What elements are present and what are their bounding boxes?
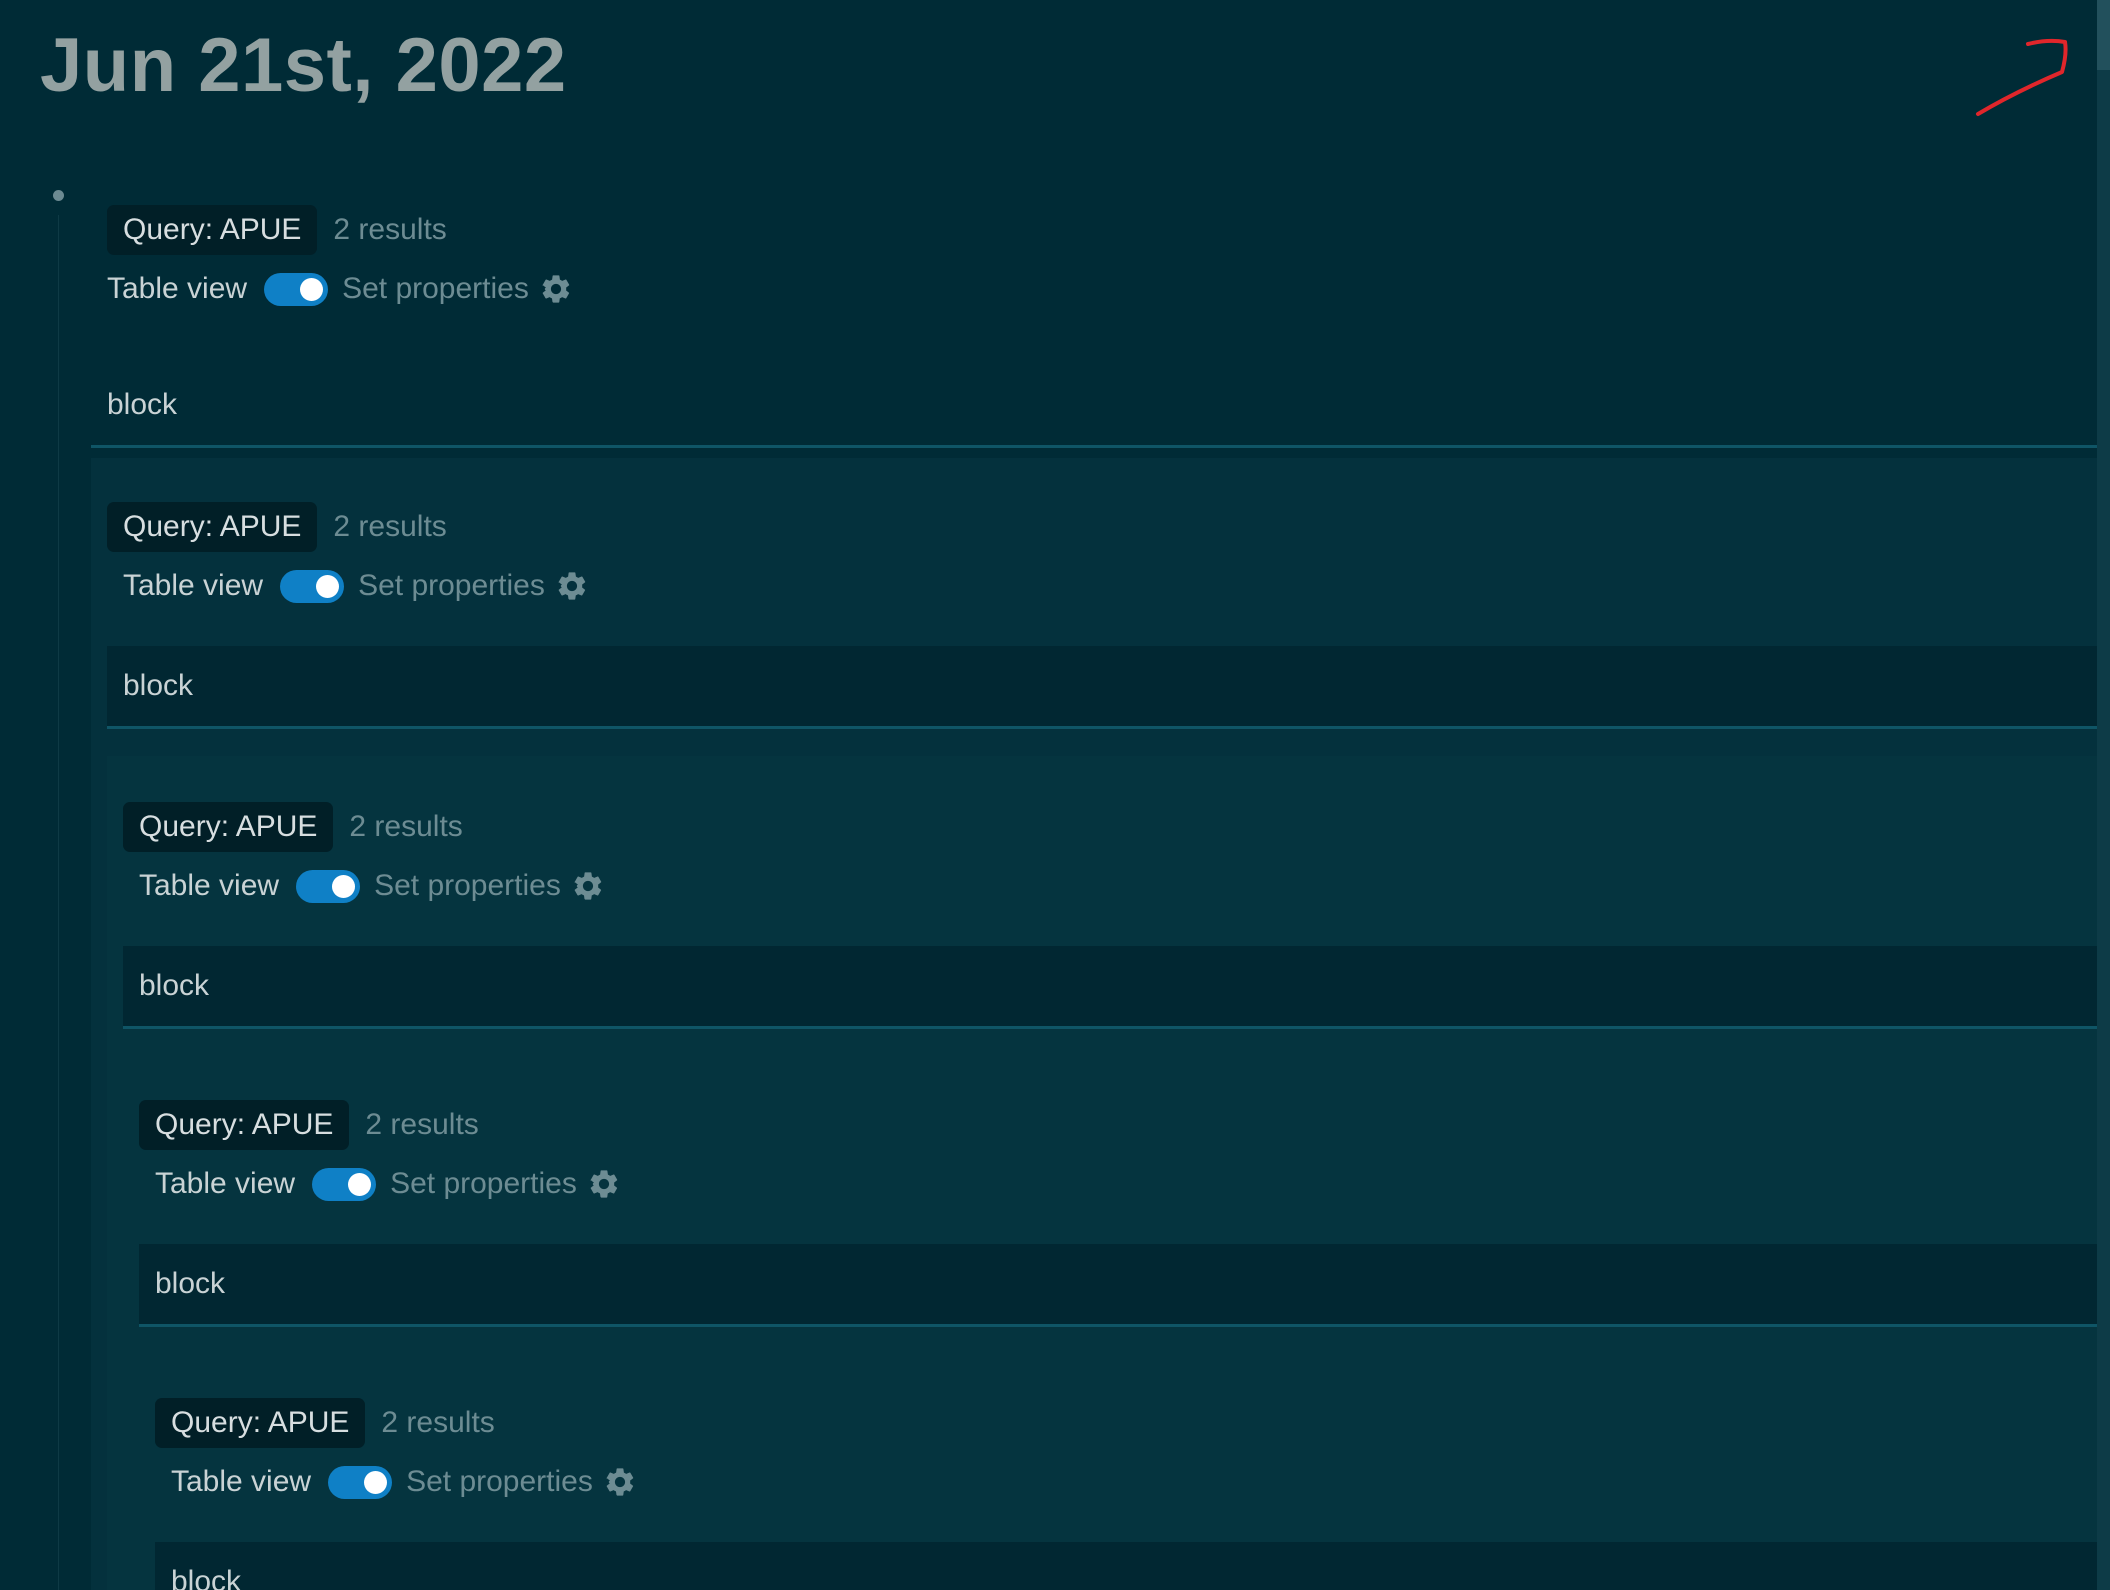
results-count: 2 results: [365, 1108, 479, 1141]
query-title[interactable]: Query: APUE: [123, 802, 334, 852]
query-controls: Table view Set properties: [139, 866, 605, 906]
set-properties-button[interactable]: Set properties: [406, 1465, 593, 1499]
scrollbar-thumb[interactable]: [2097, 0, 2110, 70]
block-bullet[interactable]: [53, 190, 64, 201]
query-header: Query: APUE 2 results: [123, 802, 463, 852]
results-count: 2 results: [381, 1406, 495, 1439]
set-properties-button[interactable]: Set properties: [374, 869, 561, 903]
table-row[interactable]: block: [107, 646, 2097, 729]
gear-icon[interactable]: [571, 869, 605, 903]
table-view-label: Table view: [155, 1167, 296, 1200]
table-view-toggle[interactable]: [312, 1167, 377, 1201]
gear-icon[interactable]: [603, 1465, 637, 1499]
page-title[interactable]: Jun 21st, 2022: [40, 22, 567, 109]
journal-page: Jun 21st, 2022 Query: APUE 2 results Tab…: [0, 0, 2110, 1590]
table-view-toggle[interactable]: [280, 569, 345, 603]
results-count: 2 results: [333, 510, 447, 543]
toggle-knob: [316, 574, 340, 598]
table-view-label: Table view: [139, 869, 280, 902]
table-view-label: Table view: [171, 1465, 312, 1498]
query-header: Query: APUE 2 results: [139, 1100, 479, 1150]
red-arrow-icon: [1976, 38, 2068, 116]
result-cell: block: [139, 969, 210, 1002]
result-cell: block: [107, 388, 178, 421]
table-view-toggle[interactable]: [296, 869, 361, 903]
query-title[interactable]: Query: APUE: [139, 1100, 350, 1150]
results-count: 2 results: [349, 810, 463, 843]
block-thread-line: [58, 215, 59, 1590]
query-title[interactable]: Query: APUE: [107, 205, 318, 255]
table-view-label: Table view: [123, 569, 264, 602]
toggle-knob: [300, 277, 324, 301]
table-view-toggle[interactable]: [328, 1465, 393, 1499]
result-cell: block: [155, 1267, 226, 1300]
query-controls: Table view Set properties: [155, 1164, 621, 1204]
result-cell: block: [171, 1565, 242, 1590]
toggle-knob: [332, 874, 356, 898]
query-header: Query: APUE 2 results: [107, 502, 447, 552]
table-row[interactable]: block: [155, 1542, 2097, 1590]
table-view-label: Table view: [107, 272, 248, 305]
table-row[interactable]: block: [123, 946, 2097, 1029]
gear-icon[interactable]: [587, 1167, 621, 1201]
query-block: Query: APUE 2 results Table view Set pro…: [91, 205, 2097, 448]
query-title[interactable]: Query: APUE: [107, 502, 318, 552]
query-header: Query: APUE 2 results: [107, 205, 447, 255]
gear-icon[interactable]: [539, 272, 573, 306]
set-properties-button[interactable]: Set properties: [358, 569, 545, 603]
query-controls: Table view Set properties: [123, 566, 589, 606]
scrollbar[interactable]: [2097, 0, 2110, 1590]
set-properties-button[interactable]: Set properties: [390, 1167, 577, 1201]
query-controls: Table view Set properties: [171, 1462, 637, 1502]
results-count: 2 results: [333, 213, 447, 246]
table-row[interactable]: block: [91, 365, 2097, 448]
gear-icon[interactable]: [555, 569, 589, 603]
table-row[interactable]: block: [139, 1244, 2097, 1327]
query-block: Query: APUE 2 results Table view Set pro…: [139, 1352, 2097, 1590]
query-title[interactable]: Query: APUE: [155, 1398, 366, 1448]
set-properties-button[interactable]: Set properties: [342, 272, 529, 306]
table-view-toggle[interactable]: [264, 272, 329, 306]
toggle-knob: [364, 1470, 388, 1494]
query-controls: Table view Set properties: [107, 269, 573, 309]
toggle-knob: [348, 1172, 372, 1196]
result-cell: block: [123, 669, 194, 702]
query-header: Query: APUE 2 results: [155, 1398, 495, 1448]
